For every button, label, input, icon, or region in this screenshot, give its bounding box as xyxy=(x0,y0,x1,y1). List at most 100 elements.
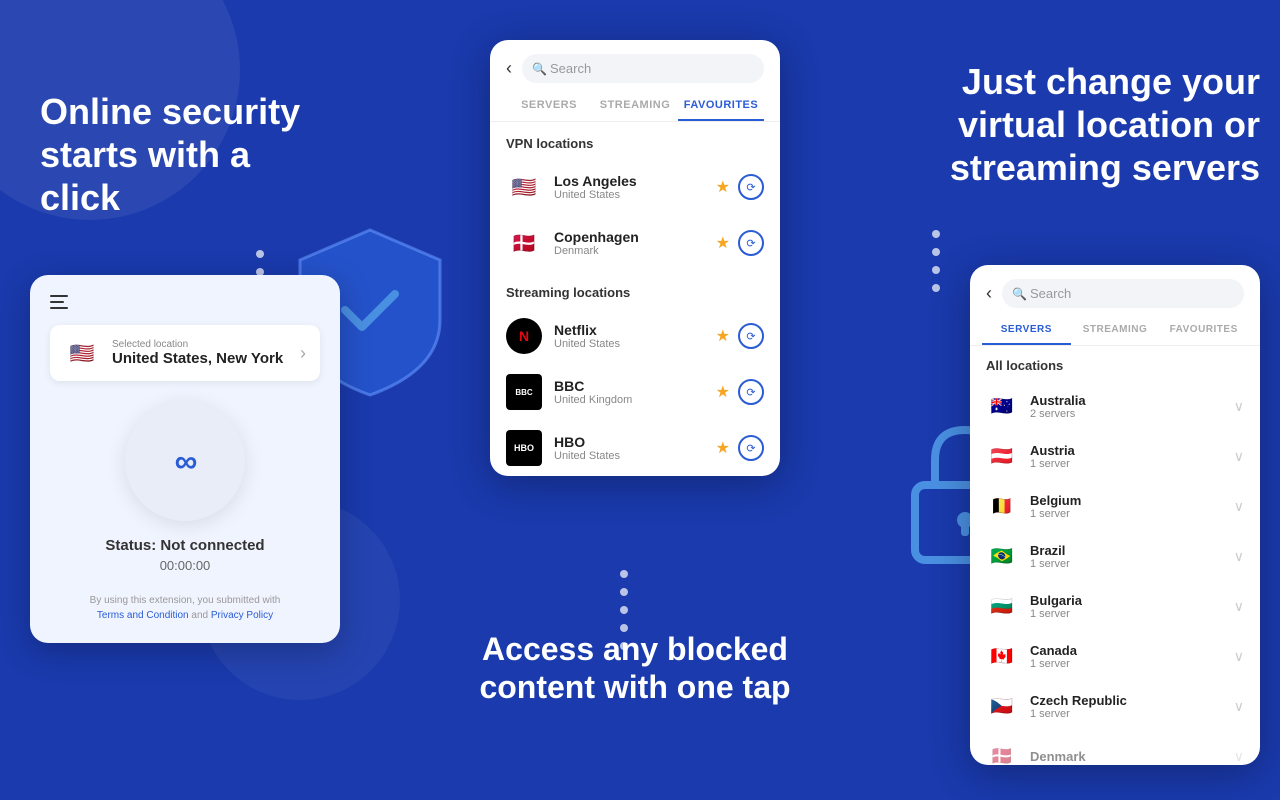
item-name: Canada xyxy=(1030,643,1234,658)
dk-flag: 🇩🇰 xyxy=(986,740,1018,765)
item-name: Australia xyxy=(1030,393,1234,408)
item-sub: United States xyxy=(554,338,716,350)
left-headline: Online security starts with a click xyxy=(40,90,340,220)
item-name: Los Angeles xyxy=(554,173,716,189)
list-item[interactable]: 🇧🇷 Brazil 1 server ∨ xyxy=(970,531,1260,581)
right-search-wrap: 🔍 Search xyxy=(1002,279,1244,308)
star-icon[interactable]: ★ xyxy=(716,382,730,402)
right-dots xyxy=(932,230,940,292)
item-name: Denmark xyxy=(1030,749,1234,764)
item-info: Netflix United States xyxy=(554,322,716,350)
list-item[interactable]: BBC BBC United Kingdom ★ ⟳ xyxy=(490,364,780,420)
privacy-link[interactable]: Privacy Policy xyxy=(211,610,273,621)
terms-link[interactable]: Terms and Condition xyxy=(97,610,189,621)
center-bottom-headline: Access any blocked content with one tap xyxy=(450,630,820,707)
item-actions: ★ ⟳ xyxy=(716,435,764,461)
be-flag: 🇧🇪 xyxy=(986,490,1018,522)
item-actions: ★ ⟳ xyxy=(716,174,764,200)
list-item[interactable]: 🇩🇰 Copenhagen Denmark ★ ⟳ xyxy=(490,215,780,271)
star-icon[interactable]: ★ xyxy=(716,233,730,253)
hamburger-menu-icon[interactable] xyxy=(50,295,68,309)
right-tab-servers[interactable]: SERVERS xyxy=(982,316,1071,345)
br-flag: 🇧🇷 xyxy=(986,540,1018,572)
list-item[interactable]: HBO HBO United States ★ ⟳ xyxy=(490,420,780,476)
list-item[interactable]: 🇦🇺 Australia 2 servers ∨ xyxy=(970,381,1260,431)
connect-button[interactable]: ∞ xyxy=(125,401,245,521)
list-item[interactable]: 🇩🇰 Denmark ∨ xyxy=(970,731,1260,765)
star-icon[interactable]: ★ xyxy=(716,177,730,197)
chevron-down-icon: ∨ xyxy=(1234,398,1244,415)
item-sub: Denmark xyxy=(554,245,716,257)
right-tab-streaming[interactable]: STREAMING xyxy=(1071,316,1160,345)
tab-favourites[interactable]: FAVOURITES xyxy=(678,91,764,121)
connect-button-area: ∞ xyxy=(50,401,320,521)
item-info: Brazil 1 server xyxy=(1030,543,1234,570)
right-search-input[interactable]: Search xyxy=(1002,279,1244,308)
item-info: Belgium 1 server xyxy=(1030,493,1234,520)
dot-r3 xyxy=(932,266,940,274)
item-name: Bulgaria xyxy=(1030,593,1234,608)
us-flag: 🇺🇸 xyxy=(64,335,100,371)
center-search-wrap: 🔍 Search xyxy=(522,54,764,83)
item-sub: 2 servers xyxy=(1030,408,1234,420)
item-actions: ★ ⟳ xyxy=(716,323,764,349)
item-sub: 1 server xyxy=(1030,608,1234,620)
au-flag: 🇦🇺 xyxy=(986,390,1018,422)
right-tab-favourites[interactable]: FAVOURITES xyxy=(1159,316,1248,345)
list-item[interactable]: 🇧🇬 Bulgaria 1 server ∨ xyxy=(970,581,1260,631)
speed-icon[interactable]: ⟳ xyxy=(738,230,764,256)
center-search-input[interactable]: Search xyxy=(522,54,764,83)
dot-c3 xyxy=(620,606,628,614)
center-phone-mockup: ‹ 🔍 Search SERVERS STREAMING FAVOURITES … xyxy=(490,40,780,476)
list-item[interactable]: 🇧🇪 Belgium 1 server ∨ xyxy=(970,481,1260,531)
chevron-down-icon: ∨ xyxy=(1234,498,1244,515)
chevron-down-icon: ∨ xyxy=(1234,648,1244,665)
center-back-button[interactable]: ‹ xyxy=(506,58,512,79)
center-search-bar: ‹ 🔍 Search xyxy=(490,40,780,91)
phone-footer: By using this extension, you submitted w… xyxy=(50,593,320,623)
vpn-logo-icon: ∞ xyxy=(175,443,196,480)
and-text: and xyxy=(191,610,210,621)
hbo-icon: HBO xyxy=(506,430,542,466)
item-name: BBC xyxy=(554,378,716,394)
center-tabs: SERVERS STREAMING FAVOURITES xyxy=(490,91,780,122)
status-text: Status: Not connected xyxy=(50,537,320,554)
item-sub: United States xyxy=(554,189,716,201)
speed-icon[interactable]: ⟳ xyxy=(738,379,764,405)
star-icon[interactable]: ★ xyxy=(716,326,730,346)
speed-icon[interactable]: ⟳ xyxy=(738,435,764,461)
item-sub: 1 server xyxy=(1030,508,1234,520)
item-actions: ★ ⟳ xyxy=(716,379,764,405)
dk-flag-icon: 🇩🇰 xyxy=(506,225,542,261)
tab-streaming[interactable]: STREAMING xyxy=(592,91,678,121)
bbc-icon: BBC xyxy=(506,374,542,410)
dot-c2 xyxy=(620,588,628,596)
item-info: Bulgaria 1 server xyxy=(1030,593,1234,620)
list-item[interactable]: N Netflix United States ★ ⟳ xyxy=(490,308,780,364)
tab-servers[interactable]: SERVERS xyxy=(506,91,592,121)
at-flag: 🇦🇹 xyxy=(986,440,1018,472)
speed-icon[interactable]: ⟳ xyxy=(738,174,764,200)
list-item[interactable]: 🇦🇹 Austria 1 server ∨ xyxy=(970,431,1260,481)
item-sub: 1 server xyxy=(1030,558,1234,570)
right-tabs: SERVERS STREAMING FAVOURITES xyxy=(970,316,1260,346)
item-info: Denmark xyxy=(1030,749,1234,764)
right-headline: Just change your virtual location or str… xyxy=(910,60,1260,190)
item-name: Austria xyxy=(1030,443,1234,458)
footer-text: By using this extension, you submitted w… xyxy=(90,595,281,606)
chevron-down-icon: ∨ xyxy=(1234,448,1244,465)
dot-1 xyxy=(256,250,264,258)
list-item[interactable]: 🇨🇿 Czech Republic 1 server ∨ xyxy=(970,681,1260,731)
item-sub: United States xyxy=(554,450,716,462)
speed-icon[interactable]: ⟳ xyxy=(738,323,764,349)
center-search-icon: 🔍 xyxy=(532,62,547,76)
location-bar[interactable]: 🇺🇸 Selected location United States, New … xyxy=(50,325,320,381)
bg-flag: 🇧🇬 xyxy=(986,590,1018,622)
list-item[interactable]: 🇺🇸 Los Angeles United States ★ ⟳ xyxy=(490,159,780,215)
item-name: HBO xyxy=(554,434,716,450)
item-info: Australia 2 servers xyxy=(1030,393,1234,420)
right-back-button[interactable]: ‹ xyxy=(986,283,992,304)
dot-r2 xyxy=(932,248,940,256)
list-item[interactable]: 🇨🇦 Canada 1 server ∨ xyxy=(970,631,1260,681)
star-icon[interactable]: ★ xyxy=(716,438,730,458)
